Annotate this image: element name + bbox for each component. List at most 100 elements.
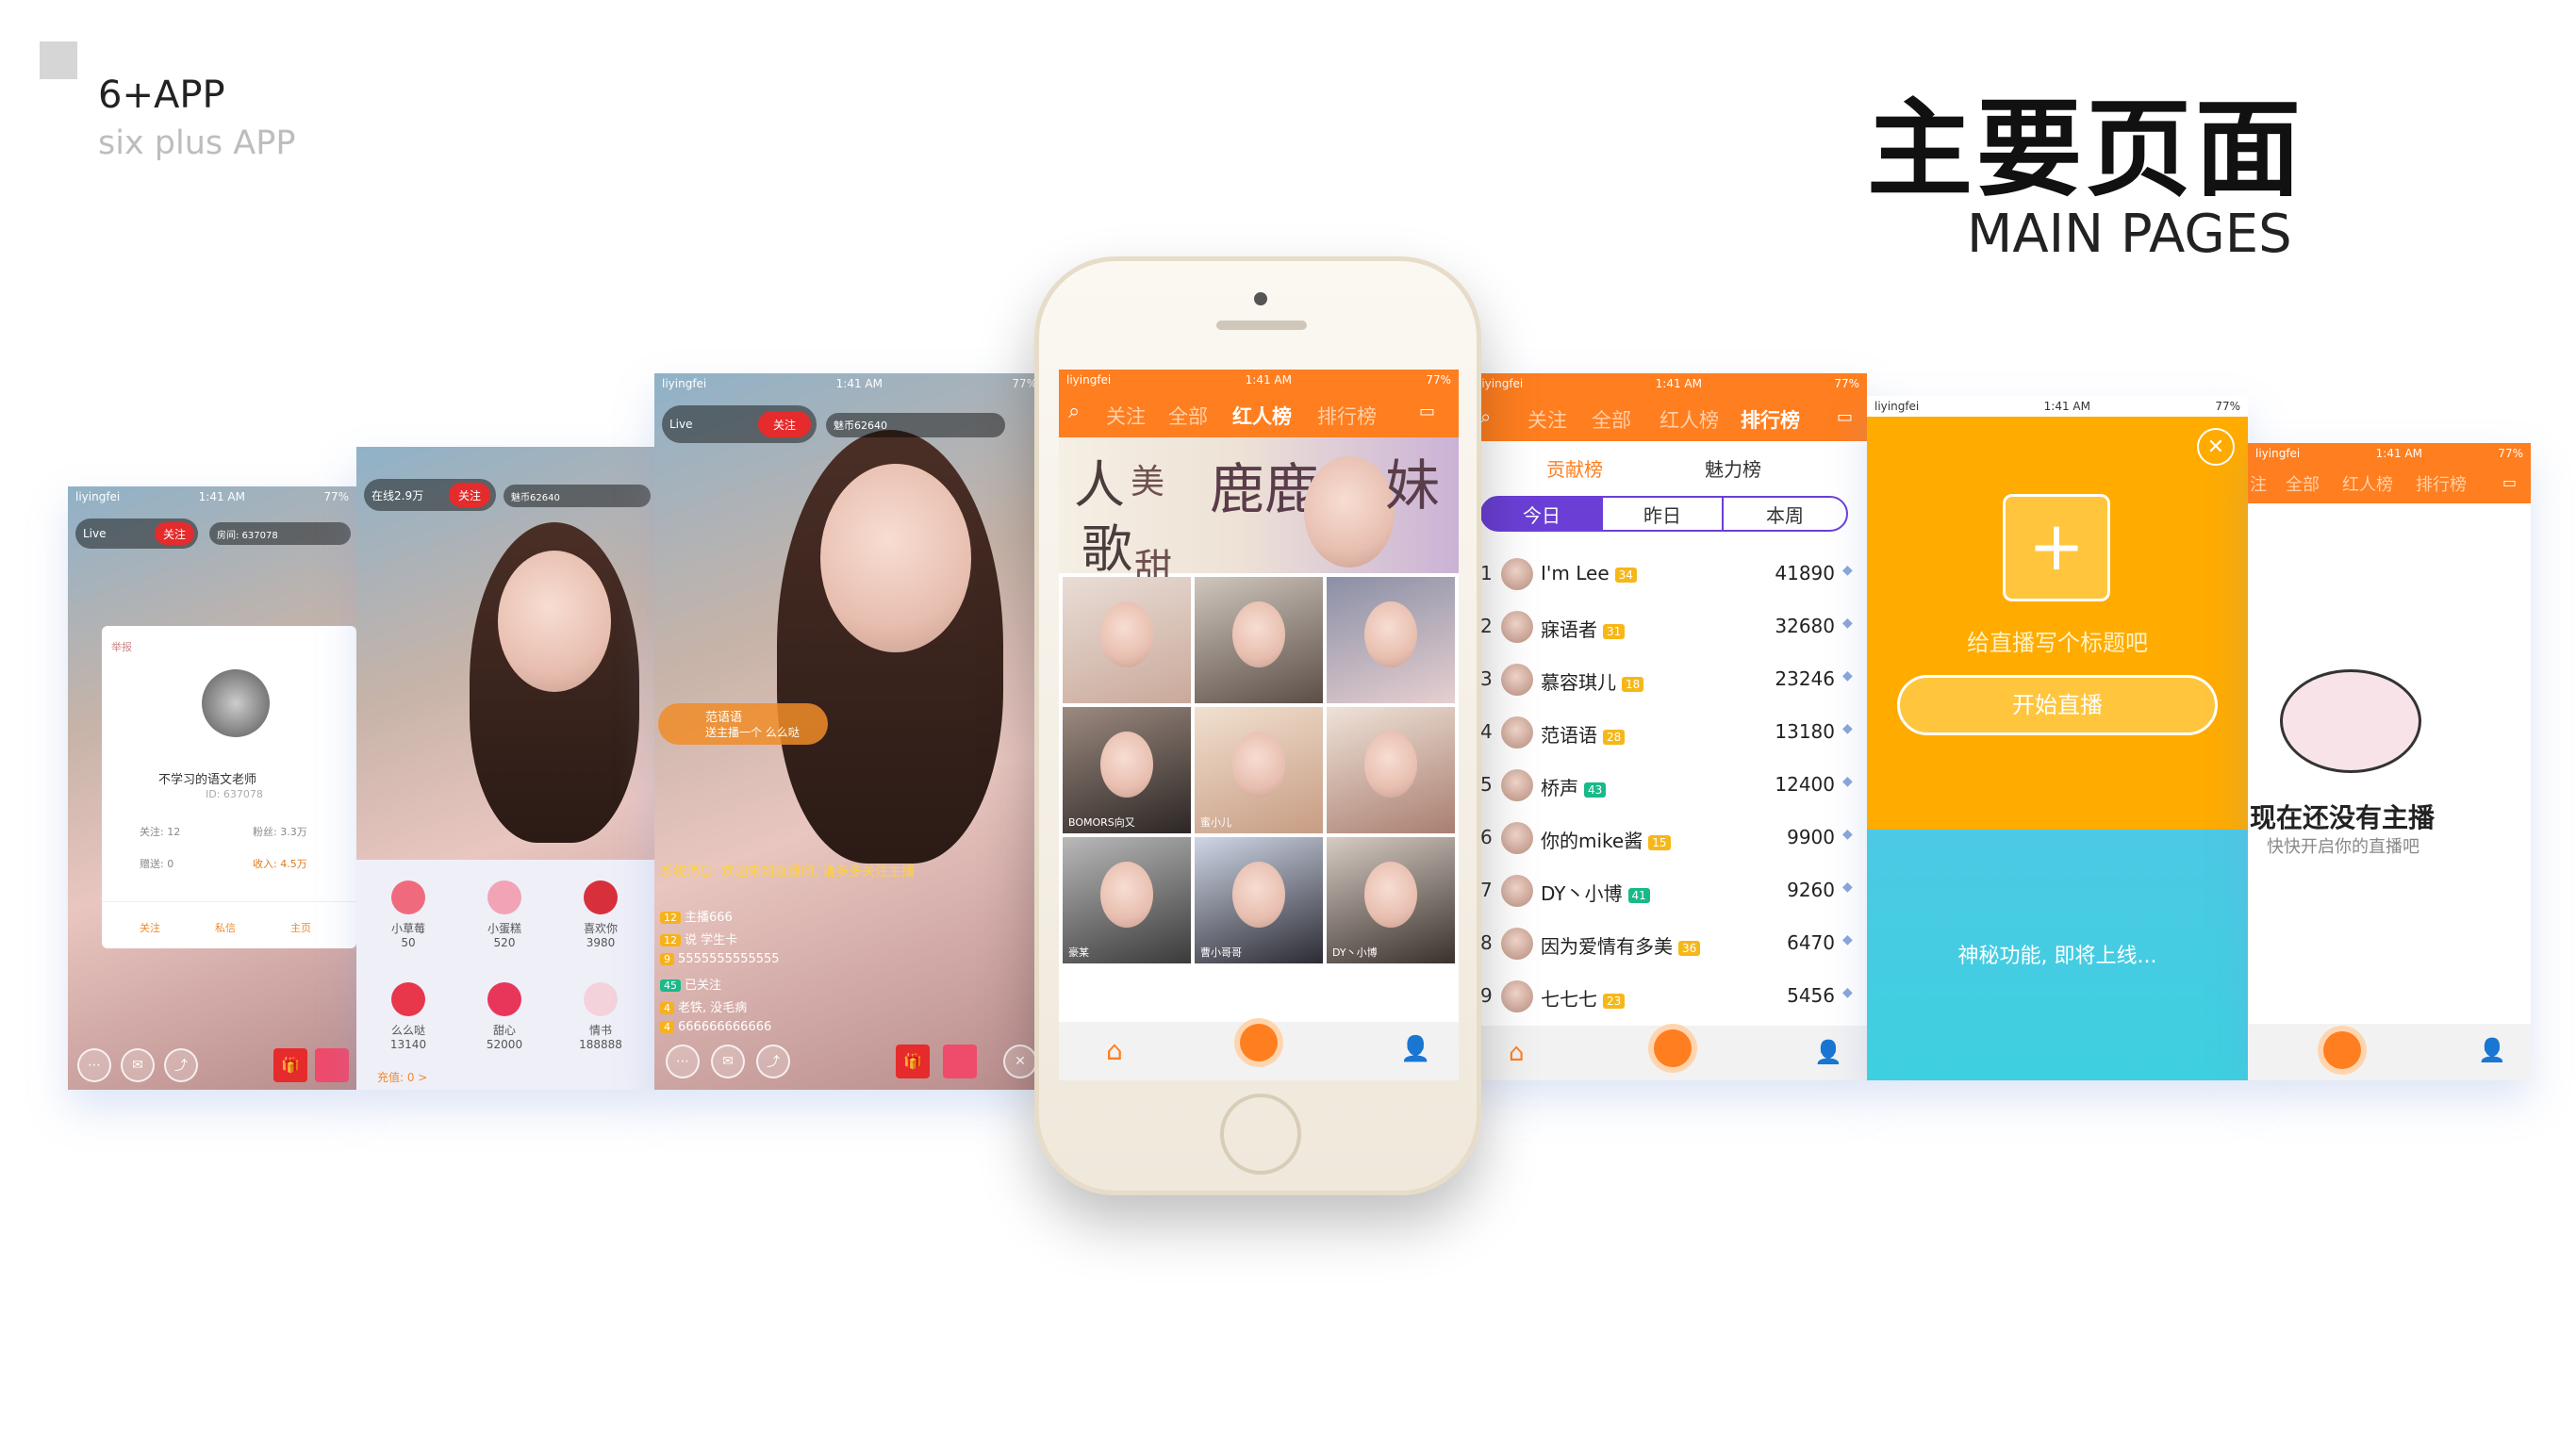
live-target-icon[interactable] [2323, 1031, 2361, 1069]
report-link[interactable]: 举报 [111, 639, 132, 654]
chat-icon[interactable]: ▭ [1419, 402, 1435, 421]
avatar[interactable] [1501, 558, 1533, 590]
tab-ranking[interactable]: 排行榜 [2416, 471, 2467, 496]
tab-stars[interactable]: 红人榜 [1232, 402, 1292, 430]
record-icon[interactable] [943, 1045, 977, 1078]
add-cover-icon[interactable]: + [2003, 494, 2110, 601]
search-icon[interactable]: ⌕ [1068, 400, 1080, 423]
gift-item[interactable]: 甜心 52000 [460, 969, 549, 1067]
tab-all[interactable]: 全部 [1592, 405, 1631, 434]
gift-item[interactable]: 情书 188888 [556, 969, 645, 1067]
avatar[interactable] [1501, 611, 1533, 643]
gift-icon[interactable]: 🎁 [896, 1045, 930, 1078]
avatar[interactable] [1501, 716, 1533, 749]
follow-button[interactable]: 关注 [758, 411, 811, 437]
message-icon[interactable]: ✉ [121, 1048, 155, 1082]
diamond-icon: ◆ [1842, 985, 1853, 1000]
home-icon[interactable]: ⌂ [1509, 1039, 1525, 1067]
ranking-row[interactable]: 7 DY丶小博 41 9260 ◆ [1471, 864, 1867, 916]
tab-follow[interactable]: 注 [2250, 471, 2267, 496]
level-badge: 18 [1622, 676, 1644, 692]
profile-icon[interactable]: 👤 [1400, 1035, 1430, 1063]
card-message-button[interactable]: 私信 [215, 920, 236, 935]
more-icon[interactable]: ⋯ [666, 1045, 700, 1078]
avatar[interactable] [202, 669, 270, 737]
search-icon[interactable]: ⌕ [1480, 405, 1491, 428]
gift-icon[interactable]: 🎁 [273, 1048, 307, 1082]
period-week[interactable]: 本周 [1722, 496, 1848, 532]
screen-live-chat: liyingfei 1:41 AM 77% Live 关注 魅币62640 范语… [654, 373, 1045, 1090]
tab-follow[interactable]: 关注 [1527, 405, 1567, 434]
ranking-row[interactable]: 8 因为爱情有多美 36 6470 ◆ [1471, 916, 1867, 969]
tab-stars[interactable]: 红人榜 [1660, 405, 1719, 434]
card-follow-button[interactable]: 关注 [140, 920, 160, 935]
tab-stars[interactable]: 红人榜 [2342, 471, 2393, 496]
tab-all[interactable]: 全部 [1168, 402, 1208, 430]
tab-charm[interactable]: 魅力榜 [1705, 454, 1761, 482]
ranking-row[interactable]: 1 I'm Lee 34 41890 ◆ [1471, 547, 1867, 600]
chat-icon[interactable]: ▭ [1837, 407, 1853, 427]
share-icon[interactable]: ⤴ [164, 1048, 198, 1082]
profile-icon[interactable]: 👤 [1814, 1039, 1842, 1065]
title-prompt[interactable]: 给直播写个标题吧 [1867, 624, 2248, 657]
avatar[interactable] [1501, 822, 1533, 854]
avatar[interactable] [1501, 980, 1533, 1012]
star-tile[interactable] [1327, 707, 1455, 833]
period-today[interactable]: 今日 [1480, 496, 1603, 532]
star-tile[interactable]: 曹小哥哥 [1195, 837, 1323, 963]
star-tile[interactable]: 豪某 [1063, 837, 1191, 963]
gift-item[interactable]: 么么哒 13140 [364, 969, 453, 1067]
tab-all[interactable]: 全部 [2286, 471, 2320, 496]
chat-icon[interactable]: ▭ [2502, 473, 2517, 491]
ranking-row[interactable]: 5 桥声 43 12400 ◆ [1471, 758, 1867, 811]
tab-contribution[interactable]: 贡献榜 [1546, 454, 1603, 482]
star-tile[interactable] [1063, 577, 1191, 703]
follow-button[interactable]: 关注 [155, 522, 194, 545]
ranking-row[interactable]: 4 范语语 28 13180 ◆ [1471, 705, 1867, 758]
profile-icon[interactable]: 👤 [2478, 1037, 2506, 1063]
star-tile[interactable]: 蜜小儿 [1195, 707, 1323, 833]
home-button[interactable] [1220, 1094, 1301, 1175]
follow-button[interactable]: 关注 [449, 483, 490, 507]
home-icon[interactable]: ⌂ [1106, 1035, 1123, 1066]
time-label: 1:41 AM [2375, 447, 2422, 460]
user-name: DY丶小博 [1541, 882, 1623, 905]
ranking-row[interactable]: 6 你的mike酱 15 9900 ◆ [1471, 811, 1867, 864]
rank-number: 2 [1480, 615, 1493, 637]
period-yesterday[interactable]: 昨日 [1601, 496, 1724, 532]
avatar[interactable] [1501, 769, 1533, 801]
star-tile[interactable] [1195, 577, 1323, 703]
record-icon[interactable] [315, 1048, 349, 1082]
tab-ranking[interactable]: 排行榜 [1317, 402, 1377, 430]
gift-item[interactable]: 喜欢你 3980 [556, 867, 645, 965]
live-target-icon[interactable] [1240, 1024, 1278, 1061]
ranking-row[interactable]: 3 慕容琪儿 18 23246 ◆ [1471, 652, 1867, 705]
recharge-link[interactable]: 充值: 0 > [377, 1069, 427, 1085]
user-name: 寐语者 [1541, 618, 1597, 641]
gift-item[interactable]: 小蛋糕 520 [460, 867, 549, 965]
ranking-row[interactable]: 9 七七七 23 5456 ◆ [1471, 969, 1867, 1022]
card-home-button[interactable]: 主页 [290, 920, 311, 935]
message-icon[interactable]: ✉ [711, 1045, 745, 1078]
avatar[interactable] [1501, 664, 1533, 696]
close-icon[interactable]: ✕ [1003, 1045, 1037, 1078]
diamond-icon: ◆ [1842, 880, 1853, 895]
start-live-button[interactable]: 开始直播 [1897, 675, 2218, 735]
tab-ranking[interactable]: 排行榜 [1741, 405, 1800, 434]
star-tile[interactable]: DY丶小博 [1327, 837, 1455, 963]
brand-title: 6+APP [98, 74, 225, 117]
level-badge: 43 [1584, 782, 1607, 798]
close-icon[interactable]: ✕ [2197, 428, 2235, 466]
avatar[interactable] [1501, 928, 1533, 960]
star-tile[interactable] [1327, 577, 1455, 703]
avatar[interactable] [1501, 875, 1533, 907]
banner[interactable]: 人 美 歌 甜 鹿鹿 妹 [1059, 437, 1459, 590]
gift-item[interactable]: 小草莓 50 [364, 867, 453, 965]
live-target-icon[interactable] [1654, 1029, 1692, 1067]
tab-follow[interactable]: 关注 [1106, 402, 1146, 430]
chat-text: 已关注 [685, 979, 722, 993]
more-icon[interactable]: ⋯ [77, 1048, 111, 1082]
ranking-row[interactable]: 2 寐语者 31 32680 ◆ [1471, 600, 1867, 652]
share-icon[interactable]: ⤴ [756, 1045, 790, 1078]
star-tile[interactable]: BOMORS向又 [1063, 707, 1191, 833]
